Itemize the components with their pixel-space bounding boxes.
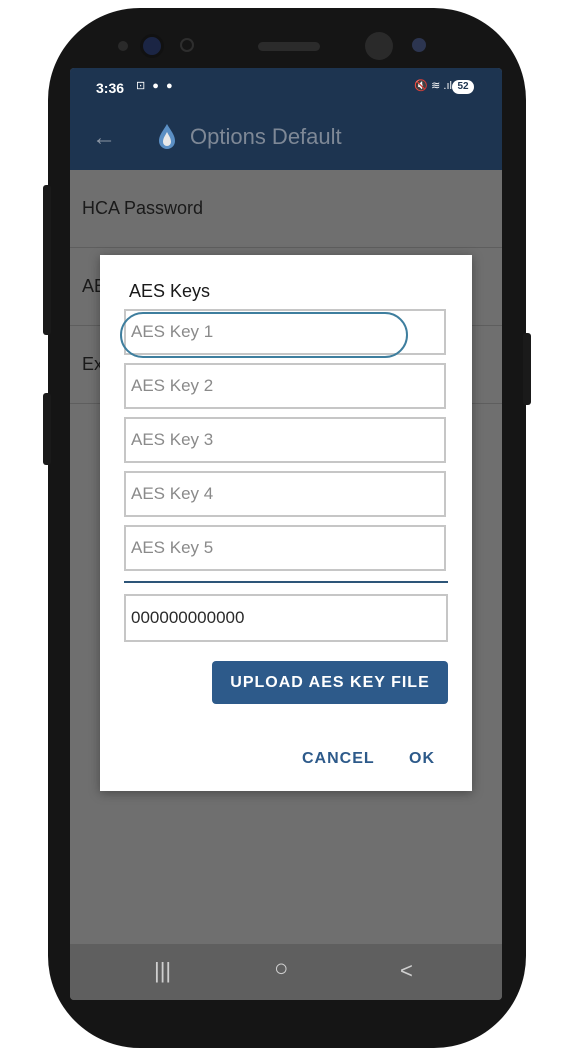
status-bar: 3:36 ⊡ ● ● 🔇 ≋ .ıl 52 bbox=[70, 68, 502, 106]
page-title: Options Default bbox=[190, 124, 342, 149]
cancel-button[interactable]: CANCEL bbox=[296, 749, 381, 769]
signal-icons: 🔇 ≋ .ıl bbox=[414, 80, 452, 92]
side-button-left-2 bbox=[43, 393, 51, 465]
sensor-dot-2 bbox=[180, 38, 194, 52]
aes-key-1-input[interactable] bbox=[124, 309, 446, 355]
aes-keys-dialog: AES Keys 000000000000 UPLOAD AES KEY FIL… bbox=[100, 255, 472, 791]
front-camera-icon bbox=[140, 34, 164, 58]
app-logo-icon bbox=[159, 124, 175, 149]
nav-back-icon[interactable]: < bbox=[400, 958, 413, 984]
battery-icon: 52 bbox=[452, 80, 474, 94]
iris-sensor bbox=[412, 38, 426, 52]
system-nav-bar: ||| ○ < bbox=[70, 944, 502, 1000]
sensor-dot bbox=[118, 41, 128, 51]
dialog-title: AES Keys bbox=[129, 281, 211, 301]
side-button-left-1 bbox=[43, 185, 51, 335]
upload-aes-key-file-button[interactable]: UPLOAD AES KEY FILE bbox=[212, 661, 448, 704]
list-item-hca-password[interactable]: HCA Password bbox=[70, 170, 502, 248]
ok-button[interactable]: OK bbox=[403, 749, 441, 769]
recents-icon[interactable]: ||| bbox=[154, 958, 171, 984]
notification-icons: ⊡ ● ● bbox=[136, 80, 175, 92]
earpiece-speaker bbox=[258, 42, 320, 51]
aes-key-3-input[interactable] bbox=[124, 417, 446, 463]
proximity-sensor bbox=[365, 32, 393, 60]
side-button-right bbox=[523, 333, 531, 405]
aes-key-2-input[interactable] bbox=[124, 363, 446, 409]
app-toolbar: ← Options Default bbox=[70, 106, 502, 170]
status-time: 3:36 bbox=[96, 80, 125, 96]
back-arrow-icon[interactable]: ← bbox=[92, 124, 116, 152]
list-item-label: HCA Password bbox=[82, 198, 204, 218]
home-icon[interactable]: ○ bbox=[274, 955, 289, 983]
divider bbox=[124, 581, 448, 583]
aes-key-5-input[interactable] bbox=[124, 525, 446, 571]
aes-key-value-field[interactable]: 000000000000 bbox=[124, 594, 448, 642]
aes-key-4-input[interactable] bbox=[124, 471, 446, 517]
